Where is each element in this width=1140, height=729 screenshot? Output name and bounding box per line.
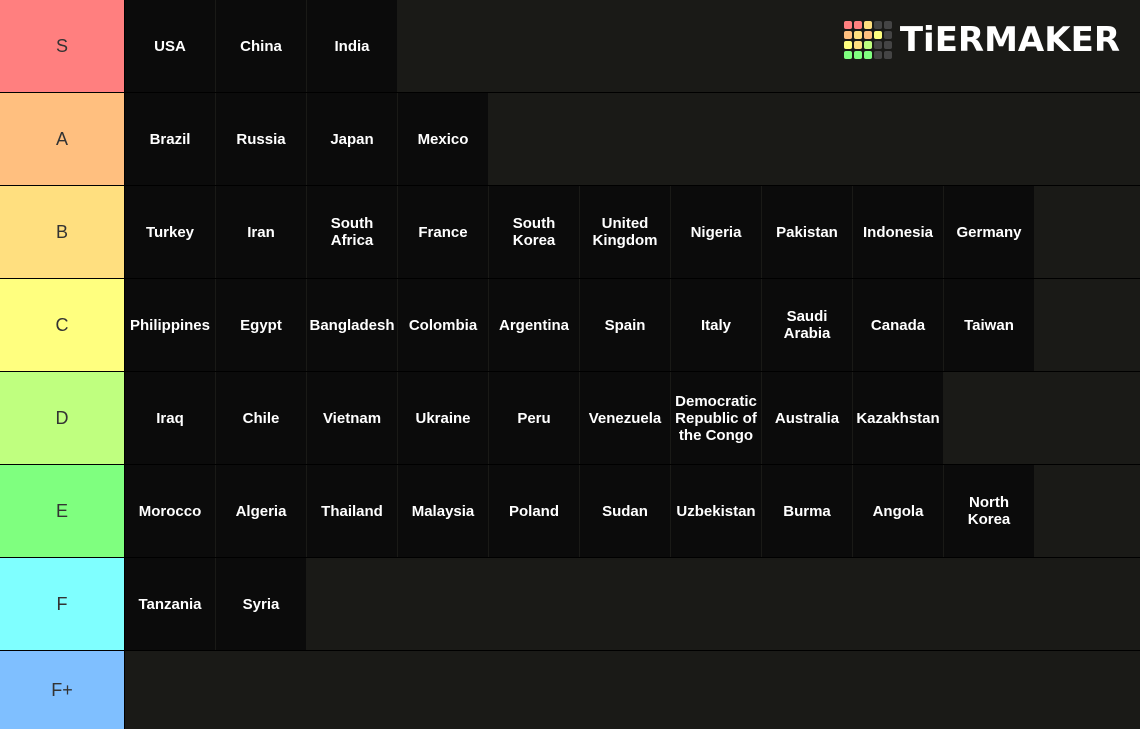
tier-item[interactable]: Angola	[853, 465, 943, 557]
tier-row-c: C Philippines Egypt Bangladesh Colombia Arge…	[0, 279, 1140, 371]
tier-label[interactable]: D	[0, 372, 125, 464]
tier-item[interactable]: Mexico	[398, 93, 488, 185]
tier-item[interactable]: Algeria	[216, 465, 306, 557]
tier-item[interactable]: Uzbekistan	[671, 465, 761, 557]
tier-item[interactable]: Burma	[762, 465, 852, 557]
tier-item[interactable]: Canada	[853, 279, 943, 371]
tier-item[interactable]: Taiwan	[944, 279, 1034, 371]
tier-items[interactable]: Turkey Iran South Africa France South Korea U…	[125, 186, 1140, 278]
tier-item[interactable]: Syria	[216, 558, 306, 650]
tier-item[interactable]: Tanzania	[125, 558, 215, 650]
logo-grid-cell	[843, 21, 852, 29]
tier-item[interactable]: Malaysia	[398, 465, 488, 557]
tier-item[interactable]: Morocco	[125, 465, 215, 557]
tier-item[interactable]: Spain	[580, 279, 670, 371]
tier-item[interactable]: Venezuela	[580, 372, 670, 464]
tier-label[interactable]: S	[0, 0, 125, 92]
tier-item[interactable]: Thailand	[307, 465, 397, 557]
tier-row-a: A Brazil Russia Japan Mexico	[0, 93, 1140, 185]
tier-item[interactable]: Pakistan	[762, 186, 852, 278]
tier-item[interactable]: Japan	[307, 93, 397, 185]
logo-grid-cell	[883, 41, 892, 49]
tier-item[interactable]: Democratic Republic of the Congo	[671, 372, 761, 464]
logo-grid-cell	[873, 31, 882, 39]
logo-grid-cell	[843, 51, 852, 59]
tier-item[interactable]: Nigeria	[671, 186, 761, 278]
tier-item[interactable]: Sudan	[580, 465, 670, 557]
tier-item[interactable]: China	[216, 0, 306, 92]
tier-items[interactable]: Tanzania Syria	[125, 558, 1140, 650]
tier-items[interactable]: Philippines Egypt Bangladesh Colombia Argent…	[125, 279, 1140, 371]
logo-grid-cell	[863, 31, 872, 39]
tier-item[interactable]: Germany	[944, 186, 1034, 278]
tier-item[interactable]: Vietnam	[307, 372, 397, 464]
tier-list: S USA China India A Brazil Russia Japan Mexic…	[0, 0, 1140, 729]
tiermaker-logo-icon	[843, 21, 892, 59]
tiermaker-logo: TiERMAKER	[843, 20, 1120, 60]
tier-item[interactable]: Peru	[489, 372, 579, 464]
tier-item[interactable]: Poland	[489, 465, 579, 557]
tier-item[interactable]: Saudi Arabia	[762, 279, 852, 371]
tier-item[interactable]: Australia	[762, 372, 852, 464]
tier-items[interactable]	[125, 651, 1140, 729]
tier-items[interactable]: Iraq Chile Vietnam Ukraine Peru Venezuela Demo…	[125, 372, 1140, 464]
logo-grid-cell	[853, 41, 862, 49]
tier-label[interactable]: C	[0, 279, 125, 371]
tier-row-d: D Iraq Chile Vietnam Ukraine Peru Venezuela De…	[0, 372, 1140, 464]
logo-grid-cell	[853, 21, 862, 29]
tier-item[interactable]: South Korea	[489, 186, 579, 278]
tier-item[interactable]: Kazakhstan	[853, 372, 943, 464]
logo-grid-cell	[873, 21, 882, 29]
tiermaker-logo-text: TiERMAKER	[899, 20, 1120, 60]
logo-grid-cell	[843, 31, 852, 39]
tier-label[interactable]: F+	[0, 651, 125, 729]
tier-item[interactable]: Iran	[216, 186, 306, 278]
tier-item[interactable]: Indonesia	[853, 186, 943, 278]
logo-grid-cell	[843, 41, 852, 49]
tier-row-f-plus: F+	[0, 651, 1140, 729]
tier-item[interactable]: Chile	[216, 372, 306, 464]
tier-item[interactable]: Ukraine	[398, 372, 488, 464]
tier-row-f: F Tanzania Syria	[0, 558, 1140, 650]
tier-item[interactable]: USA	[125, 0, 215, 92]
tier-item[interactable]: Brazil	[125, 93, 215, 185]
tier-row-b: B Turkey Iran South Africa France South Kore…	[0, 186, 1140, 278]
tier-item[interactable]: United Kingdom	[580, 186, 670, 278]
tier-item[interactable]: Colombia	[398, 279, 488, 371]
tier-items[interactable]: Brazil Russia Japan Mexico	[125, 93, 1140, 185]
tier-item[interactable]: South Africa	[307, 186, 397, 278]
tier-label[interactable]: E	[0, 465, 125, 557]
tier-item[interactable]: Argentina	[489, 279, 579, 371]
tier-item[interactable]: North Korea	[944, 465, 1034, 557]
tier-item[interactable]: Bangladesh	[307, 279, 397, 371]
tier-item[interactable]: Egypt	[216, 279, 306, 371]
tier-item[interactable]: France	[398, 186, 488, 278]
tier-item[interactable]: Philippines	[125, 279, 215, 371]
logo-grid-cell	[883, 21, 892, 29]
logo-grid-cell	[863, 51, 872, 59]
logo-grid-cell	[883, 51, 892, 59]
logo-grid-cell	[863, 41, 872, 49]
tier-item[interactable]: Turkey	[125, 186, 215, 278]
tier-items[interactable]: Morocco Algeria Thailand Malaysia Poland Suda…	[125, 465, 1140, 557]
tier-label[interactable]: F	[0, 558, 125, 650]
logo-grid-cell	[873, 41, 882, 49]
tier-row-e: E Morocco Algeria Thailand Malaysia Poland Su…	[0, 465, 1140, 557]
tier-item[interactable]: India	[307, 0, 397, 92]
tier-item[interactable]: Iraq	[125, 372, 215, 464]
logo-grid-cell	[853, 51, 862, 59]
logo-grid-cell	[853, 31, 862, 39]
tier-label[interactable]: B	[0, 186, 125, 278]
tier-item[interactable]: Italy	[671, 279, 761, 371]
logo-grid-cell	[883, 31, 892, 39]
tier-label[interactable]: A	[0, 93, 125, 185]
tier-item[interactable]: Russia	[216, 93, 306, 185]
logo-grid-cell	[863, 21, 872, 29]
logo-grid-cell	[873, 51, 882, 59]
